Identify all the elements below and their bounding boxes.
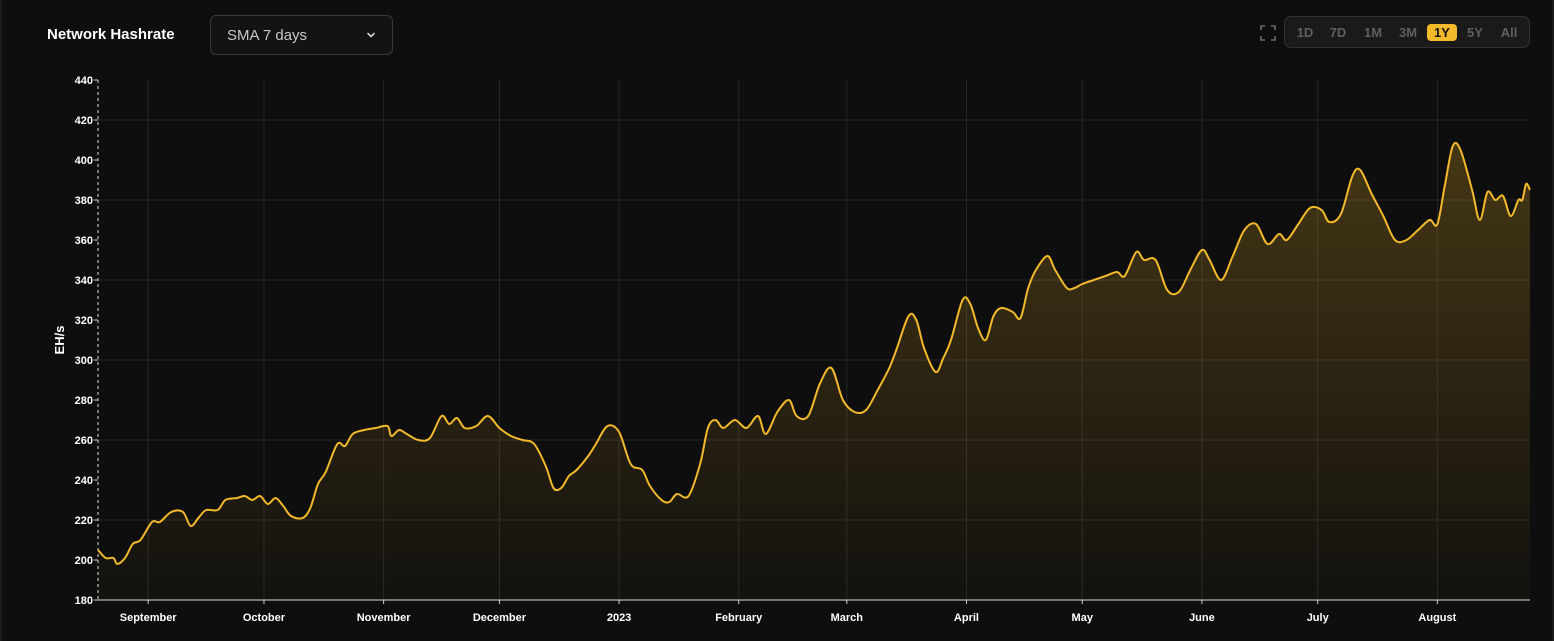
chart-panel: Network Hashrate SMA 7 days 1D 7D 1M 3M … bbox=[0, 0, 1554, 641]
plot-area bbox=[97, 141, 1531, 600]
hashrate-area-fill bbox=[98, 142, 1530, 600]
y-tick-label: 380 bbox=[75, 195, 93, 207]
y-tick-label: 320 bbox=[75, 315, 93, 327]
x-tick-label: July bbox=[1307, 612, 1330, 624]
x-tick-label: May bbox=[1072, 612, 1094, 624]
x-tick-label: April bbox=[954, 612, 979, 624]
x-tick-label: February bbox=[715, 612, 763, 624]
x-tick-label: 2023 bbox=[607, 612, 631, 624]
y-tick-label: 240 bbox=[75, 475, 93, 487]
x-tick-label: December bbox=[473, 612, 527, 624]
y-tick-label: 340 bbox=[75, 275, 93, 287]
y-tick-label: 220 bbox=[75, 515, 93, 527]
y-tick-label: 360 bbox=[75, 235, 93, 247]
y-axis-title: EH/s bbox=[52, 326, 67, 355]
y-tick-label: 300 bbox=[75, 355, 93, 367]
x-tick-label: August bbox=[1418, 612, 1456, 624]
x-tick-label: November bbox=[357, 612, 412, 624]
y-tick-label: 280 bbox=[75, 395, 93, 407]
y-tick-label: 400 bbox=[75, 155, 93, 167]
y-tick-label: 420 bbox=[75, 115, 93, 127]
x-tick-label: September bbox=[120, 612, 178, 624]
y-tick-label: 260 bbox=[75, 435, 93, 447]
y-tick-label: 200 bbox=[75, 555, 93, 567]
x-tick-label: June bbox=[1189, 612, 1215, 624]
x-tick-label: March bbox=[831, 612, 864, 624]
hashrate-chart: 180 200 220 240 260 280 300 320 340 360 380 400 420 4… bbox=[52, 75, 1531, 624]
y-tick-label: 440 bbox=[75, 75, 93, 87]
y-tick-label: 180 bbox=[75, 595, 93, 607]
x-tick-label: October bbox=[243, 612, 286, 624]
